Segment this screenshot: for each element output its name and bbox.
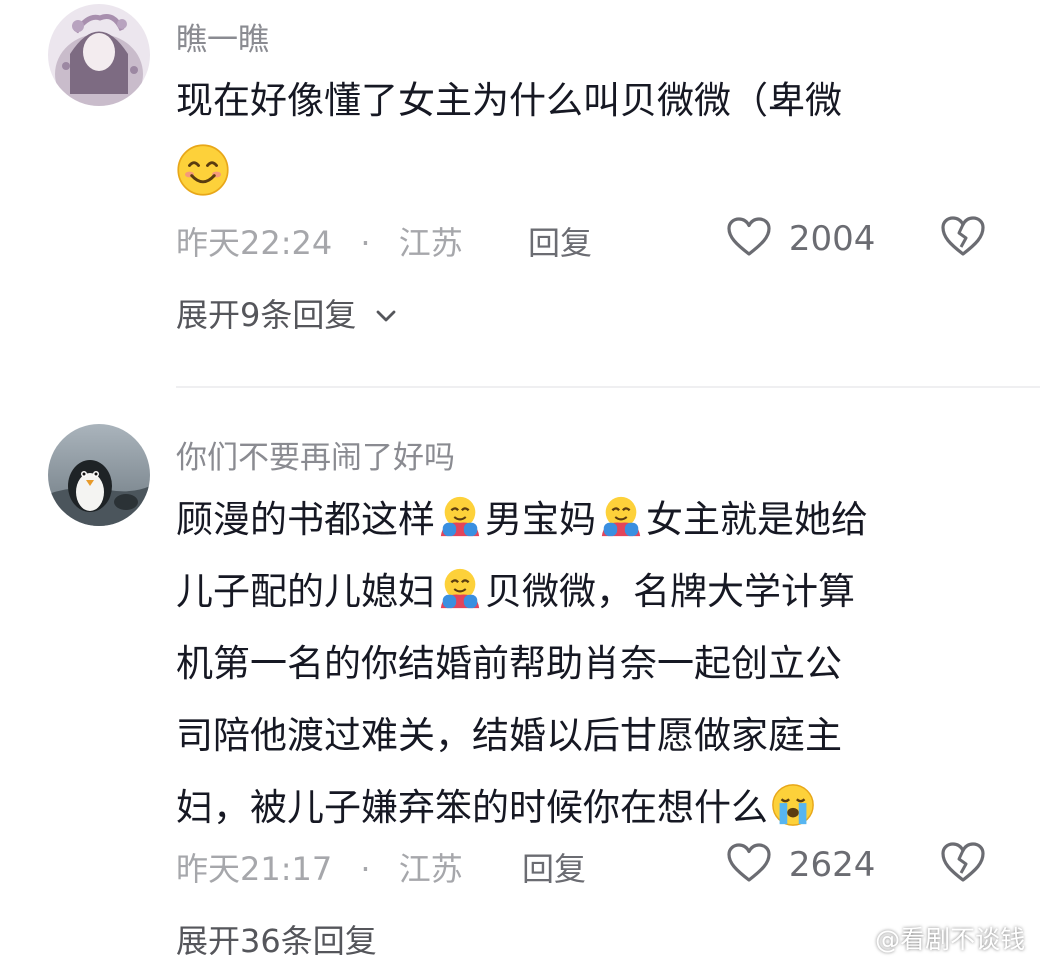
meta-separator: ·	[360, 224, 371, 262]
comment-text-segment: 贝微微，名牌大学计算	[485, 570, 855, 613]
comment-meta: 昨天22:24 · 江苏	[176, 218, 463, 264]
divider	[176, 386, 1040, 388]
comment-text-segment: 妇，被儿子嫌弃笨的时候你在想什么	[176, 786, 768, 829]
like-button[interactable]: 2004	[726, 216, 875, 259]
dislike-button[interactable]	[940, 840, 986, 888]
comment-text-segment: 女主就是她给	[646, 498, 868, 541]
expand-replies-label: 展开9条回复	[176, 296, 357, 334]
like-count: 2624	[788, 845, 876, 885]
comment-2: 你们不要再闹了好吗 顾漫的书都这样 男宝妈 女主就是她给 儿子配的儿媳妇 贝微微…	[0, 400, 1040, 960]
comment-text-segment: 男宝妈	[485, 498, 596, 541]
broken-heart-icon	[941, 842, 985, 882]
comment-line-1: 顾漫的书都这样 男宝妈 女主就是她给	[176, 496, 868, 541]
avatar[interactable]	[48, 4, 150, 106]
chevron-down-icon	[376, 310, 395, 322]
comment-meta: 昨天21:17 · 江苏	[176, 844, 463, 890]
smile-emoji-icon	[177, 144, 229, 196]
hugging-face-emoji-icon	[601, 496, 641, 537]
comment-1: 瞧一瞧 现在好像懂了女主为什么叫贝微微（卑微 昨天22:24 · 江苏 回复 2…	[0, 0, 1040, 385]
comment-location: 江苏	[398, 850, 463, 888]
comment-time: 昨天21:17	[176, 850, 333, 888]
like-count: 2004	[788, 219, 876, 259]
avatar[interactable]	[48, 424, 150, 526]
hugging-face-emoji-icon	[440, 496, 480, 537]
heart-icon	[727, 217, 771, 256]
comment-time: 昨天22:24	[176, 224, 333, 262]
meta-separator: ·	[360, 850, 371, 888]
watermark: @看剧不谈钱	[828, 920, 1026, 956]
comment-location: 江苏	[398, 224, 463, 262]
comment-text: 顾漫的书都这样 男宝妈 女主就是她给 儿子配的儿媳妇 贝微微，名牌大学计算 机第…	[176, 484, 996, 844]
comment-text-body: 现在好像懂了女主为什么叫贝微微（卑微	[176, 79, 842, 122]
weibo-logo-icon	[828, 928, 864, 956]
expand-replies-label: 展开36条回复	[176, 922, 377, 960]
comment-username[interactable]: 瞧一瞧	[176, 14, 269, 59]
comment-line-2: 儿子配的儿媳妇 贝微微，名牌大学计算	[176, 568, 855, 613]
comment-line-5: 妇，被儿子嫌弃笨的时候你在想什么	[176, 784, 818, 829]
comment-line-4: 司陪他渡过难关，结婚以后甘愿做家庭主	[176, 714, 842, 757]
comment-text-segment: 顾漫的书都这样	[176, 498, 435, 541]
dislike-button[interactable]	[940, 214, 986, 262]
comment-text-segment: 儿子配的儿媳妇	[176, 570, 435, 613]
reply-button[interactable]: 回复	[522, 844, 586, 890]
reply-button[interactable]: 回复	[528, 218, 592, 264]
crying-face-emoji-icon	[772, 784, 814, 826]
hugging-face-emoji-icon	[440, 568, 480, 609]
comment-username[interactable]: 你们不要再闹了好吗	[176, 432, 455, 477]
broken-heart-icon	[941, 216, 985, 256]
heart-icon	[727, 843, 771, 882]
expand-replies[interactable]: 展开36条回复	[176, 916, 377, 962]
comment-text: 现在好像懂了女主为什么叫贝微微（卑微	[176, 65, 996, 209]
comment-line-3: 机第一名的你结婚前帮助肖奈一起创立公	[176, 642, 842, 685]
watermark-text: @看剧不谈钱	[875, 925, 1026, 954]
like-button[interactable]: 2624	[726, 842, 875, 885]
expand-replies[interactable]: 展开9条回复	[176, 290, 397, 336]
